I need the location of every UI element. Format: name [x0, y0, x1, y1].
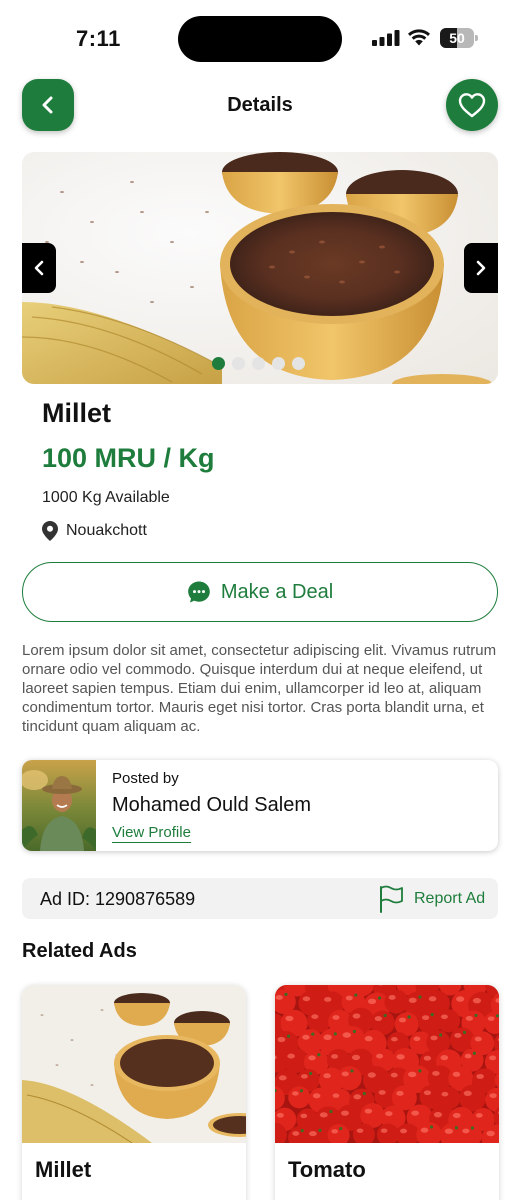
carousel-dot[interactable] [252, 357, 265, 370]
make-deal-button[interactable]: Make a Deal [22, 562, 498, 622]
ad-id-bar: Ad ID: 1290876589 Report Ad [22, 878, 498, 919]
product-location: Nouakchott [42, 521, 147, 541]
related-ad-name: Millet [35, 1157, 92, 1182]
carousel-dot[interactable] [272, 357, 285, 370]
status-time: 7:11 [76, 26, 121, 51]
product-name: Millet [42, 398, 112, 428]
chevron-left-icon [42, 96, 53, 114]
chat-bubble-icon [188, 581, 210, 603]
related-ad-card[interactable]: Tomato [275, 985, 499, 1200]
wifi-icon [408, 29, 430, 46]
product-price: 100 MRU / Kg [42, 443, 215, 473]
poster-name: Mohamed Ould Salem [112, 794, 311, 816]
carousel-dot[interactable] [212, 357, 225, 370]
avatar [22, 760, 96, 851]
make-deal-label: Make a Deal [220, 580, 334, 603]
related-ads-heading: Related Ads [22, 940, 137, 962]
report-ad-label: Report Ad [414, 890, 486, 907]
view-profile-link[interactable]: View Profile [112, 824, 191, 843]
dynamic-island [178, 16, 342, 62]
location-text: Nouakchott [66, 522, 147, 539]
report-ad-button[interactable]: Report Ad [378, 885, 485, 913]
ad-id: Ad ID: 1290876589 [40, 889, 196, 909]
carousel-dot[interactable] [292, 357, 305, 370]
battery-indicator: 50 [440, 28, 478, 48]
chevron-left-icon [34, 260, 44, 276]
carousel-prev-button[interactable] [22, 243, 56, 293]
cellular-signal-icon [372, 30, 400, 46]
page-title: Details [227, 94, 293, 116]
related-ad-name: Tomato [288, 1157, 366, 1182]
carousel-next-button[interactable] [464, 243, 498, 293]
chevron-right-icon [476, 260, 486, 276]
back-button[interactable] [22, 79, 74, 131]
flag-icon [380, 885, 403, 913]
poster-card: Posted by Mohamed Ould Salem View Profil… [22, 760, 498, 851]
related-ad-card[interactable]: Millet [22, 985, 246, 1200]
battery-percent: 50 [449, 30, 465, 46]
related-ad-image [22, 985, 246, 1143]
carousel-dot[interactable] [232, 357, 245, 370]
carousel-dots [212, 357, 305, 370]
product-description: Lorem ipsum dolor sit amet, consectetur … [22, 642, 497, 735]
product-availability: 1000 Kg Available [42, 489, 170, 506]
image-carousel[interactable] [22, 152, 498, 384]
product-image [22, 152, 498, 384]
related-ad-image [275, 985, 499, 1143]
heart-outline-icon [458, 93, 486, 118]
status-bar: 7:11 50 [0, 0, 520, 78]
favorite-button[interactable] [446, 79, 498, 131]
posted-by-label: Posted by [112, 770, 179, 787]
location-pin-icon [42, 521, 58, 541]
